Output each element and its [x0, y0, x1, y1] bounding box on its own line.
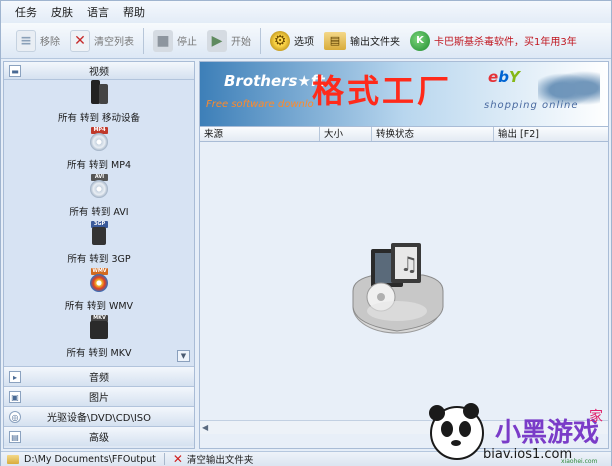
stop-icon: ■ — [153, 29, 173, 52]
mobile-device-icon — [88, 80, 110, 106]
category-rom-device[interactable]: ◎ 光驱设备\DVD\CD\ISO — [4, 406, 194, 426]
start-label: 开始 — [231, 37, 251, 48]
category-image[interactable]: ▣ 图片 — [4, 386, 194, 406]
category-advanced-label: 高级 — [89, 433, 109, 444]
format-label: 所有 转到 MP4 — [66, 160, 131, 171]
options-label: 选项 — [294, 37, 314, 48]
menu-help[interactable]: 帮助 — [123, 4, 145, 20]
toolbar-divider — [260, 27, 261, 54]
kaspersky-ad-link[interactable]: K 卡巴斯基杀毒软件，买1年用3年 — [405, 26, 582, 56]
format-factory-window: 任务 皮肤 语言 帮助 ≡ 移除 ✕ 清空列表 ■ 停止 ▶ 开始 ⚙ 选项 ▤ — [0, 0, 612, 466]
menu-task[interactable]: 任务 — [15, 4, 37, 20]
watermark-site: biav.ios1.com — [483, 447, 572, 462]
column-status[interactable]: 转换状态 — [372, 127, 494, 141]
task-panel: Brothers★ft Free software downlo 格式工厂 eb… — [199, 61, 609, 449]
mp4-icon: MP4 — [88, 127, 110, 153]
toolbar: ≡ 移除 ✕ 清空列表 ■ 停止 ▶ 开始 ⚙ 选项 ▤ 输出文件夹 K 卡巴斯… — [1, 23, 611, 59]
gear-icon: ⚙ — [270, 30, 290, 51]
format-label: 所有 转到 WMV — [64, 301, 134, 312]
format-item-mobile[interactable]: 所有 转到 移动设备 — [4, 80, 194, 127]
format-item-3gp[interactable]: 3GP 所有 转到 3GP — [4, 221, 194, 268]
format-item-avi[interactable]: AVI 所有 转到 AVI — [4, 174, 194, 221]
banner-title: 格式工厂 — [312, 72, 453, 110]
remove-label: 移除 — [40, 37, 60, 48]
avi-icon: AVI — [88, 174, 110, 200]
category-audio-label: 音频 — [89, 373, 109, 384]
expand-icon: ▸ — [9, 371, 21, 383]
collapse-icon: ▬ — [9, 65, 21, 77]
category-audio[interactable]: ▸ 音频 — [4, 366, 194, 386]
category-video-header[interactable]: ▬ 视频 — [4, 62, 194, 80]
3gp-icon: 3GP — [88, 221, 110, 247]
watermark-home: 家 — [589, 408, 603, 425]
folder-icon: ▤ — [324, 31, 346, 50]
output-folder-button[interactable]: ▤ 输出文件夹 — [319, 26, 405, 56]
menu-skin[interactable]: 皮肤 — [51, 4, 73, 20]
menu-language[interactable]: 语言 — [87, 4, 109, 20]
task-table-header: 来源 大小 转换状态 输出 [F2] — [200, 126, 608, 142]
start-icon: ▶ — [207, 29, 227, 52]
format-item-mkv[interactable]: MKV 所有 转到 MKV — [4, 315, 194, 362]
category-panel: ▬ 视频 所有 转到 移动设备 MP4 所有 转到 MP4 AVI 所有 转到 … — [3, 61, 195, 449]
clear-output-button[interactable]: 清空输出文件夹 — [187, 452, 254, 466]
category-video-label: 视频 — [89, 67, 109, 78]
scroll-left-icon[interactable]: ◀ — [202, 423, 208, 432]
start-button[interactable]: ▶ 开始 — [202, 26, 256, 56]
format-label: 所有 转到 3GP — [67, 254, 131, 265]
ebay-logo: ebY — [488, 68, 520, 86]
clear-output-icon: ✕ — [172, 452, 183, 466]
folder-icon — [7, 454, 19, 464]
menu-bar: 任务 皮肤 语言 帮助 — [1, 1, 611, 23]
watermark-brand: 小黑游戏 — [495, 418, 599, 448]
format-item-wmv[interactable]: WMV 所有 转到 WMV — [4, 268, 194, 315]
remove-icon: ≡ — [16, 29, 36, 52]
clear-list-icon: ✕ — [70, 29, 90, 52]
stop-button[interactable]: ■ 停止 — [148, 26, 202, 56]
category-advanced[interactable]: ▤ 高级 — [4, 426, 194, 446]
output-folder-label: 输出文件夹 — [350, 37, 400, 48]
world-map-icon — [538, 70, 600, 110]
banner-tagline: Free software downlo — [206, 99, 314, 110]
kaspersky-icon: K — [410, 30, 430, 51]
format-label: 所有 转到 MKV — [66, 348, 132, 359]
clear-list-button[interactable]: ✕ 清空列表 — [65, 26, 139, 56]
remove-button[interactable]: ≡ 移除 — [11, 26, 65, 56]
column-output[interactable]: 输出 [F2] — [494, 127, 608, 141]
format-label: 所有 转到 移动设备 — [57, 113, 141, 124]
svg-text:♫: ♫ — [400, 252, 418, 276]
watermark-domain: xiaohei.com — [561, 458, 598, 465]
task-list[interactable]: ♫ ◀ — [200, 144, 608, 434]
format-factory-logo-icon: ♫ — [352, 243, 444, 334]
column-source[interactable]: 来源 — [200, 127, 320, 141]
ad-banner[interactable]: Brothers★ft Free software downlo 格式工厂 eb… — [200, 62, 608, 126]
wmv-icon: WMV — [88, 268, 110, 294]
xiaohei-watermark: biav.ios1.com 小黑游戏 家 xiaohei.com — [429, 403, 603, 465]
advanced-icon: ▤ — [9, 431, 21, 443]
category-rom-label: 光驱设备\DVD\CD\ISO — [46, 413, 152, 424]
options-button[interactable]: ⚙ 选项 — [265, 26, 319, 56]
disc-icon: ◎ — [9, 411, 21, 423]
category-image-label: 图片 — [89, 393, 109, 404]
toolbar-divider — [143, 27, 144, 54]
mkv-icon: MKV — [88, 315, 110, 341]
output-path[interactable]: D:\My Documents\FFOutput — [24, 454, 156, 465]
clear-list-label: 清空列表 — [94, 37, 134, 48]
kaspersky-ad-label: 卡巴斯基杀毒软件，买1年用3年 — [434, 37, 577, 48]
status-divider — [163, 453, 165, 465]
column-size[interactable]: 大小 — [320, 127, 372, 141]
stop-label: 停止 — [177, 37, 197, 48]
video-format-list: 所有 转到 移动设备 MP4 所有 转到 MP4 AVI 所有 转到 AVI 3… — [4, 80, 194, 366]
image-icon: ▣ — [9, 391, 21, 403]
brothersoft-logo: Brothers★ft — [224, 72, 325, 90]
scroll-down-button[interactable]: ▼ — [177, 350, 190, 362]
format-item-mp4[interactable]: MP4 所有 转到 MP4 — [4, 127, 194, 174]
format-label: 所有 转到 AVI — [69, 207, 129, 218]
